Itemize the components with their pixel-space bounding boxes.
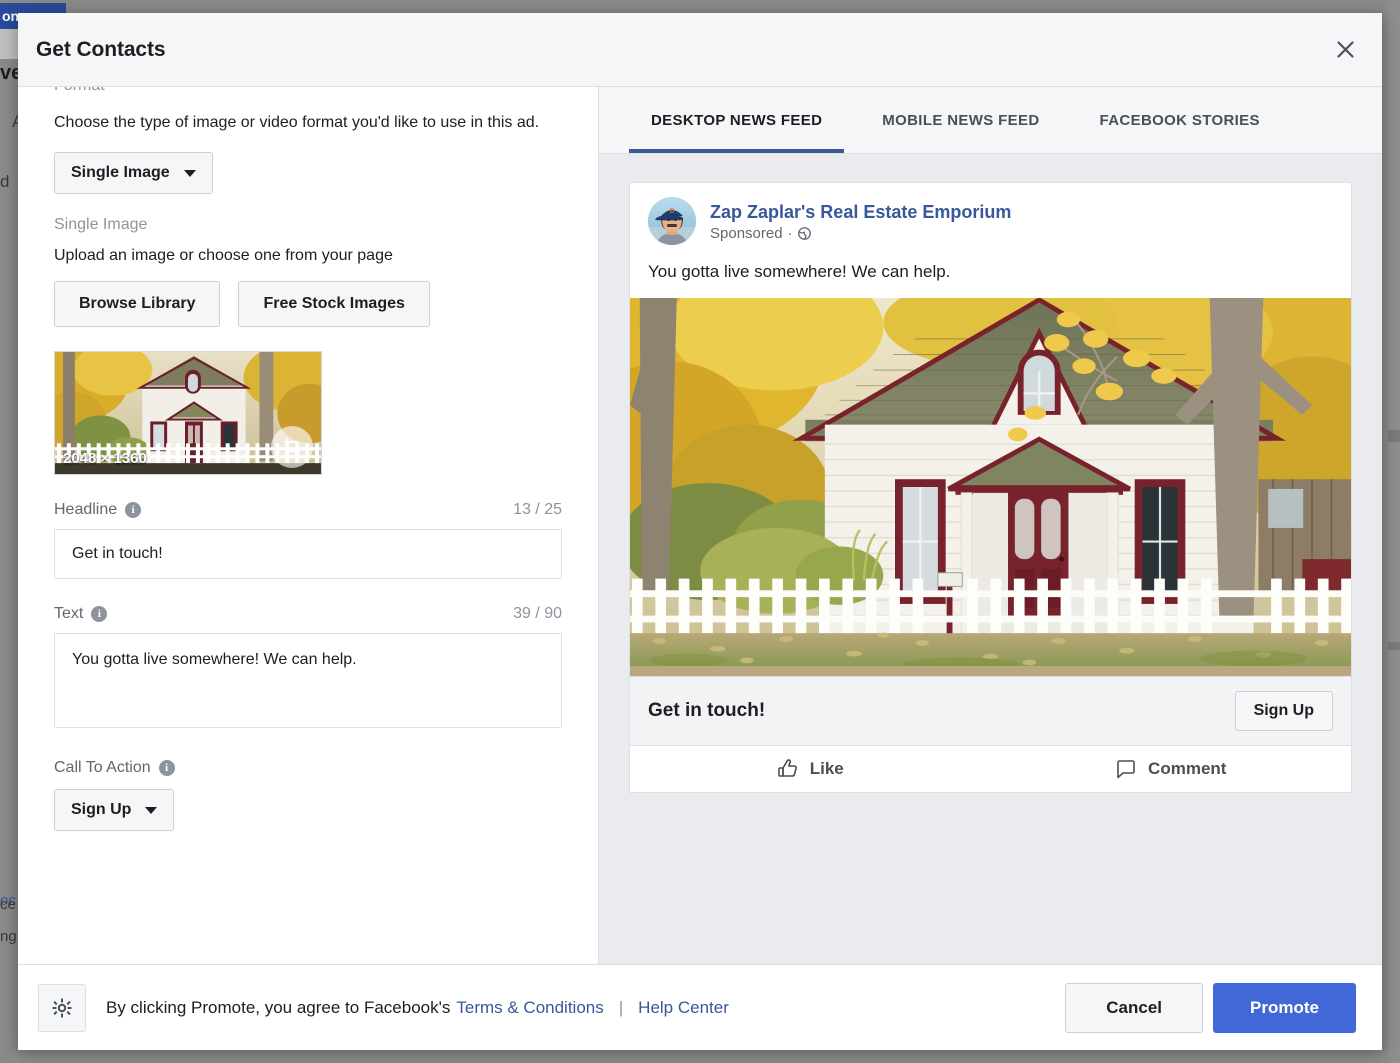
dialog-title: Get Contacts [36, 37, 166, 61]
info-icon[interactable]: i [91, 606, 108, 622]
background-text-fragment-3: d [0, 172, 10, 191]
ad-preview-panel: Desktop News Feed Mobile News Feed Faceb… [598, 87, 1382, 964]
promote-button[interactable]: Promote [1213, 982, 1356, 1033]
ad-editor-panel: Format Choose the type of image or video… [18, 87, 598, 964]
legal-prefix: By clicking Promote, you agree to Facebo… [106, 997, 451, 1017]
background-text-fragment-5: ce [0, 896, 16, 913]
image-section-label: Single Image [54, 216, 148, 233]
legal-separator: | [618, 997, 624, 1017]
headline-input[interactable] [54, 529, 562, 579]
info-icon[interactable]: i [158, 760, 175, 776]
globe-icon [797, 226, 811, 240]
ad-meta: Sponsored · [710, 225, 1011, 242]
chevron-down-icon [145, 806, 158, 814]
background-right-strip [1388, 442, 1400, 642]
text-textarea[interactable]: You gotta live somewhere! We can help. [54, 633, 562, 728]
comment-bubble-icon [1115, 758, 1137, 780]
dialog-body: Format Choose the type of image or video… [18, 87, 1382, 964]
ad-cta-button[interactable]: Sign Up [1234, 691, 1333, 731]
cta-label: Call To Action [54, 759, 151, 776]
text-field-block: Text i 39 / 90 You gotta live somewhere!… [54, 605, 562, 733]
background-right-strip [1388, 430, 1400, 442]
preview-stage: D Zap Zaplar's Real Estate Emporium Spon… [599, 154, 1382, 964]
cta-dropdown[interactable]: Sign Up [54, 789, 175, 831]
cancel-button[interactable]: Cancel [1065, 982, 1204, 1033]
ad-message-text: You gotta live somewhere! We can help. [648, 262, 951, 281]
text-counter: 39 / 90 [513, 605, 562, 622]
tab-desktop-news-feed[interactable]: Desktop News Feed [621, 87, 852, 153]
dialog-footer: By clicking Promote, you agree to Facebo… [18, 964, 1382, 1050]
background-right-strip [1388, 642, 1400, 650]
format-section-description: Choose the type of image or video format… [54, 114, 540, 131]
svg-text:D: D [669, 207, 674, 215]
thumbs-up-icon [777, 758, 799, 780]
image-source-buttons: Browse Library Free Stock Images [54, 281, 562, 327]
ad-preview-card: D Zap Zaplar's Real Estate Emporium Spon… [629, 182, 1352, 793]
get-contacts-dialog: Get Contacts Format Choose the type of i… [18, 13, 1382, 1050]
headline-counter: 13 / 25 [513, 501, 562, 518]
ad-header: D Zap Zaplar's Real Estate Emporium Spon… [630, 183, 1351, 245]
headline-label: Headline [54, 501, 118, 518]
format-dropdown[interactable]: Single Image [54, 152, 213, 194]
chevron-down-icon [183, 169, 196, 177]
footer-actions: Cancel Promote [1065, 982, 1356, 1033]
selected-image-thumbnail[interactable]: 2048 × 1360 [54, 351, 322, 475]
cta-field-block: Call To Action i Sign Up [54, 759, 562, 831]
ad-image [630, 298, 1351, 676]
thumbnail-dimensions-label: 2048 × 1360 [63, 450, 147, 467]
terms-and-conditions-link[interactable]: Terms & Conditions [456, 998, 603, 1018]
legal-text: By clicking Promote, you agree to Facebo… [106, 998, 729, 1018]
like-label: Like [809, 759, 844, 778]
free-stock-images-button[interactable]: Free Stock Images [238, 281, 430, 327]
format-dropdown-value: Single Image [71, 164, 170, 181]
gear-icon[interactable] [38, 983, 86, 1032]
comment-button[interactable]: Comment [991, 758, 1352, 780]
house-photo [630, 298, 1351, 667]
info-icon[interactable]: i [125, 502, 142, 518]
background-right-strip [1388, 0, 1400, 430]
comment-label: Comment [1148, 759, 1227, 778]
ad-page-name[interactable]: Zap Zaplar's Real Estate Emporium [710, 201, 1011, 223]
close-icon[interactable] [1330, 35, 1360, 65]
dialog-header: Get Contacts [18, 13, 1382, 87]
ad-headline: Get in touch! [648, 700, 766, 721]
crop-icon[interactable] [271, 426, 313, 468]
tab-facebook-stories[interactable]: Facebook Stories [1070, 87, 1290, 153]
meta-separator: · [787, 224, 793, 242]
preview-tabs: Desktop News Feed Mobile News Feed Faceb… [599, 87, 1382, 154]
text-label: Text [54, 605, 84, 622]
background-right-strip [1388, 650, 1400, 1063]
sponsored-label: Sponsored [710, 224, 783, 242]
help-center-link[interactable]: Help Center [638, 998, 729, 1018]
avatar[interactable]: D [648, 197, 696, 245]
background-text-fragment-6: ng [0, 928, 17, 945]
ad-cta-bar: Get in touch! Sign Up [630, 676, 1351, 746]
image-section-description: Upload an image or choose one from your … [54, 247, 393, 264]
avatar-photo: D [648, 197, 696, 245]
ad-actions: Like Comment [630, 746, 1351, 792]
tab-mobile-news-feed[interactable]: Mobile News Feed [852, 87, 1069, 153]
like-button[interactable]: Like [630, 758, 991, 780]
browse-library-button[interactable]: Browse Library [54, 281, 221, 327]
cta-dropdown-value: Sign Up [71, 801, 132, 818]
format-section-label: Format [54, 87, 562, 91]
headline-field-block: Headline i 13 / 25 [54, 501, 562, 579]
